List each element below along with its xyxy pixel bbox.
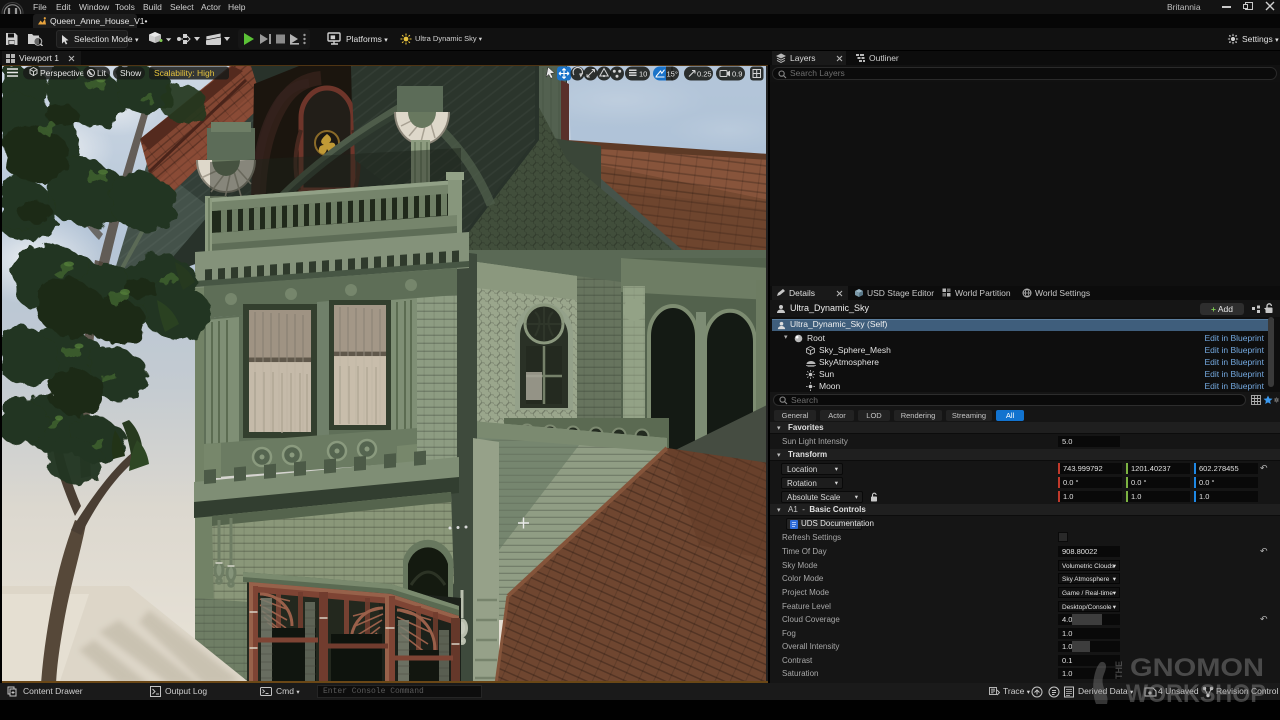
svg-text:Perspective: Perspective: [40, 68, 85, 78]
svg-text:0.9: 0.9: [732, 70, 742, 79]
svg-text:Scalability: High: Scalability: High: [154, 68, 215, 78]
svg-text:Lit: Lit: [97, 68, 107, 78]
svg-text:0.25: 0.25: [697, 70, 712, 79]
svg-text:10: 10: [639, 70, 647, 79]
svg-text:15°: 15°: [667, 70, 678, 79]
svg-text:Show: Show: [120, 68, 142, 78]
